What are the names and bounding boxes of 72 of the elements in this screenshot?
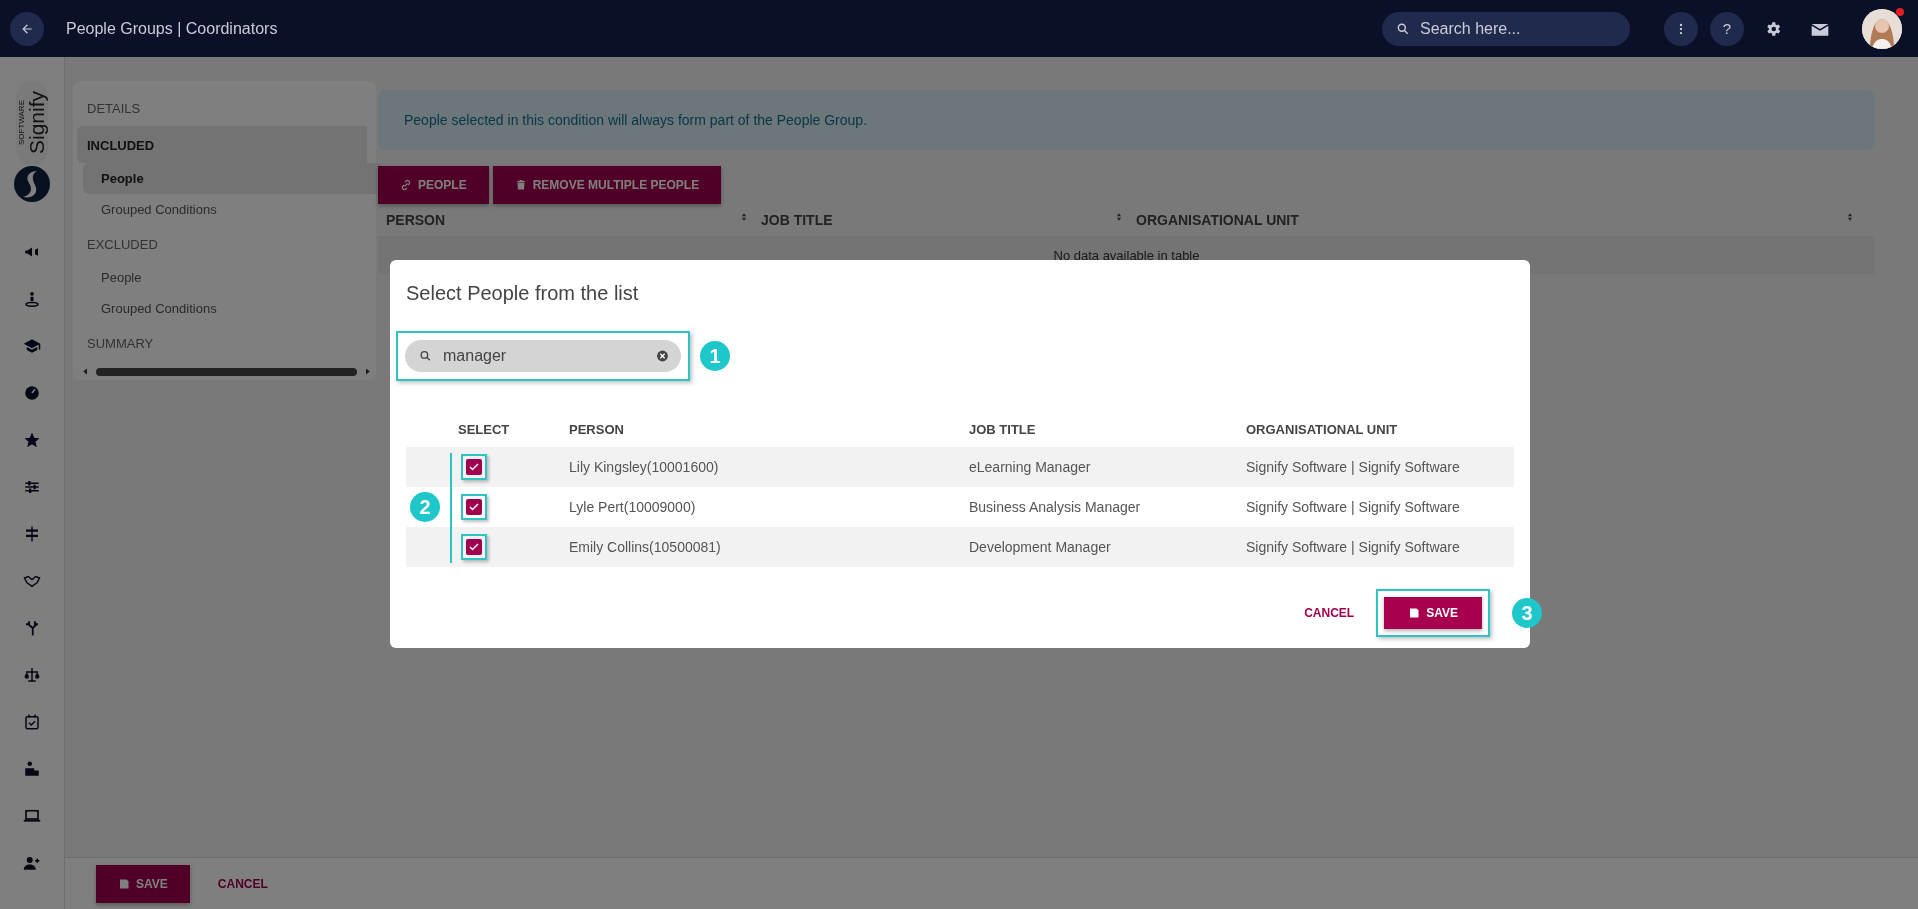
- sort-icon: [1845, 212, 1855, 222]
- cancel-button[interactable]: CANCEL: [217, 868, 268, 899]
- info-message: People selected in this condition will always form part of the People Group.: [378, 90, 1875, 150]
- signpost-icon: [23, 525, 41, 543]
- page-title: People Groups | Coordinators: [66, 19, 279, 38]
- column-header[interactable]: JOB TITLE: [761, 212, 833, 228]
- back-button[interactable]: [10, 11, 44, 46]
- brand-logo: SOFTWARE Signify: [16, 81, 48, 165]
- person-pin-icon: [23, 290, 41, 308]
- nav-item[interactable]: Grouped Conditions: [83, 293, 381, 324]
- people-button[interactable]: PEOPLE: [378, 166, 489, 204]
- cancel-button[interactable]: CANCEL: [1304, 598, 1355, 628]
- graduation-cap-icon: [23, 337, 41, 355]
- remove-people-button[interactable]: REMOVE MULTIPLE PEOPLE: [492, 166, 722, 204]
- step-marker: 2: [410, 492, 440, 522]
- table-cell-text: Business Analysis Manager: [969, 499, 1142, 515]
- link-icon: [400, 179, 412, 191]
- search-icon: [1396, 21, 1410, 36]
- table-cell-text: Development Manager: [969, 539, 1112, 555]
- search-field[interactable]: Search here...: [1382, 11, 1630, 46]
- nav-item[interactable]: EXCLUDED: [77, 225, 367, 262]
- table-cell-text: Lily Kingsley(10001600): [569, 459, 720, 475]
- table-cell-text: Signify Software | Signify Software: [1246, 499, 1461, 515]
- column-header: ORGANISATIONAL UNIT: [1246, 421, 1399, 437]
- gauge-icon: [23, 384, 41, 402]
- search-icon: [419, 349, 432, 363]
- dialog-title: Select People from the list: [406, 282, 640, 305]
- column-header[interactable]: PERSON: [386, 212, 446, 228]
- sort-icon: [1114, 212, 1124, 222]
- scrollbar-thumb[interactable]: [96, 367, 357, 376]
- sort-icon: [739, 212, 749, 222]
- help-button[interactable]: ?: [1710, 11, 1744, 46]
- calendar-check-icon: [23, 713, 41, 731]
- laptop-icon: [23, 807, 41, 825]
- checkmark-icon: [468, 461, 480, 473]
- checkbox[interactable]: [466, 499, 482, 515]
- clear-icon: [656, 349, 669, 363]
- column-header: SELECT: [457, 421, 510, 437]
- logo-icon: [13, 165, 51, 203]
- column-header: JOB TITLE: [969, 421, 1037, 437]
- scales-icon: [23, 666, 41, 684]
- nav-item[interactable]: People: [83, 163, 381, 194]
- search-field[interactable]: manager: [405, 340, 681, 372]
- table-cell-text: Signify Software | Signify Software: [1246, 459, 1461, 475]
- nav-item[interactable]: INCLUDED: [77, 126, 367, 163]
- save-button[interactable]: SAVE: [1384, 597, 1482, 629]
- split-arrows-icon: [23, 619, 41, 637]
- nav-item[interactable]: DETAILS: [77, 89, 367, 126]
- checkbox[interactable]: [466, 539, 482, 555]
- trash-icon: [514, 179, 527, 191]
- nav-item[interactable]: SUMMARY: [77, 324, 367, 361]
- nav-item[interactable]: Grouped Conditions: [83, 194, 381, 225]
- empty-table-message: No data available in table: [1053, 247, 1200, 263]
- column-header: PERSON: [569, 421, 625, 437]
- sliders-icon: [23, 478, 41, 496]
- column-header[interactable]: ORGANISATIONAL UNIT: [1136, 212, 1299, 228]
- table-cell-text: Emily Collins(10500081): [569, 539, 722, 555]
- step-marker: 3: [1512, 598, 1542, 628]
- table-cell-text: Signify Software | Signify Software: [1246, 539, 1461, 555]
- table-cell-text: eLearning Manager: [969, 459, 1092, 475]
- scroll-left-icon: [81, 367, 90, 376]
- checkbox[interactable]: [466, 459, 482, 475]
- checkmark-icon: [468, 501, 480, 513]
- save-button[interactable]: SAVE: [96, 864, 190, 903]
- add-user-icon: [23, 854, 41, 872]
- avatar[interactable]: [1862, 8, 1902, 49]
- nav-item[interactable]: People: [83, 262, 381, 293]
- step-marker: 1: [700, 341, 730, 371]
- star-icon: [23, 431, 41, 449]
- table-cell-text: Lyle Pert(10009000): [569, 499, 697, 515]
- scroll-right-icon: [363, 367, 372, 376]
- checkmark-icon: [468, 541, 480, 553]
